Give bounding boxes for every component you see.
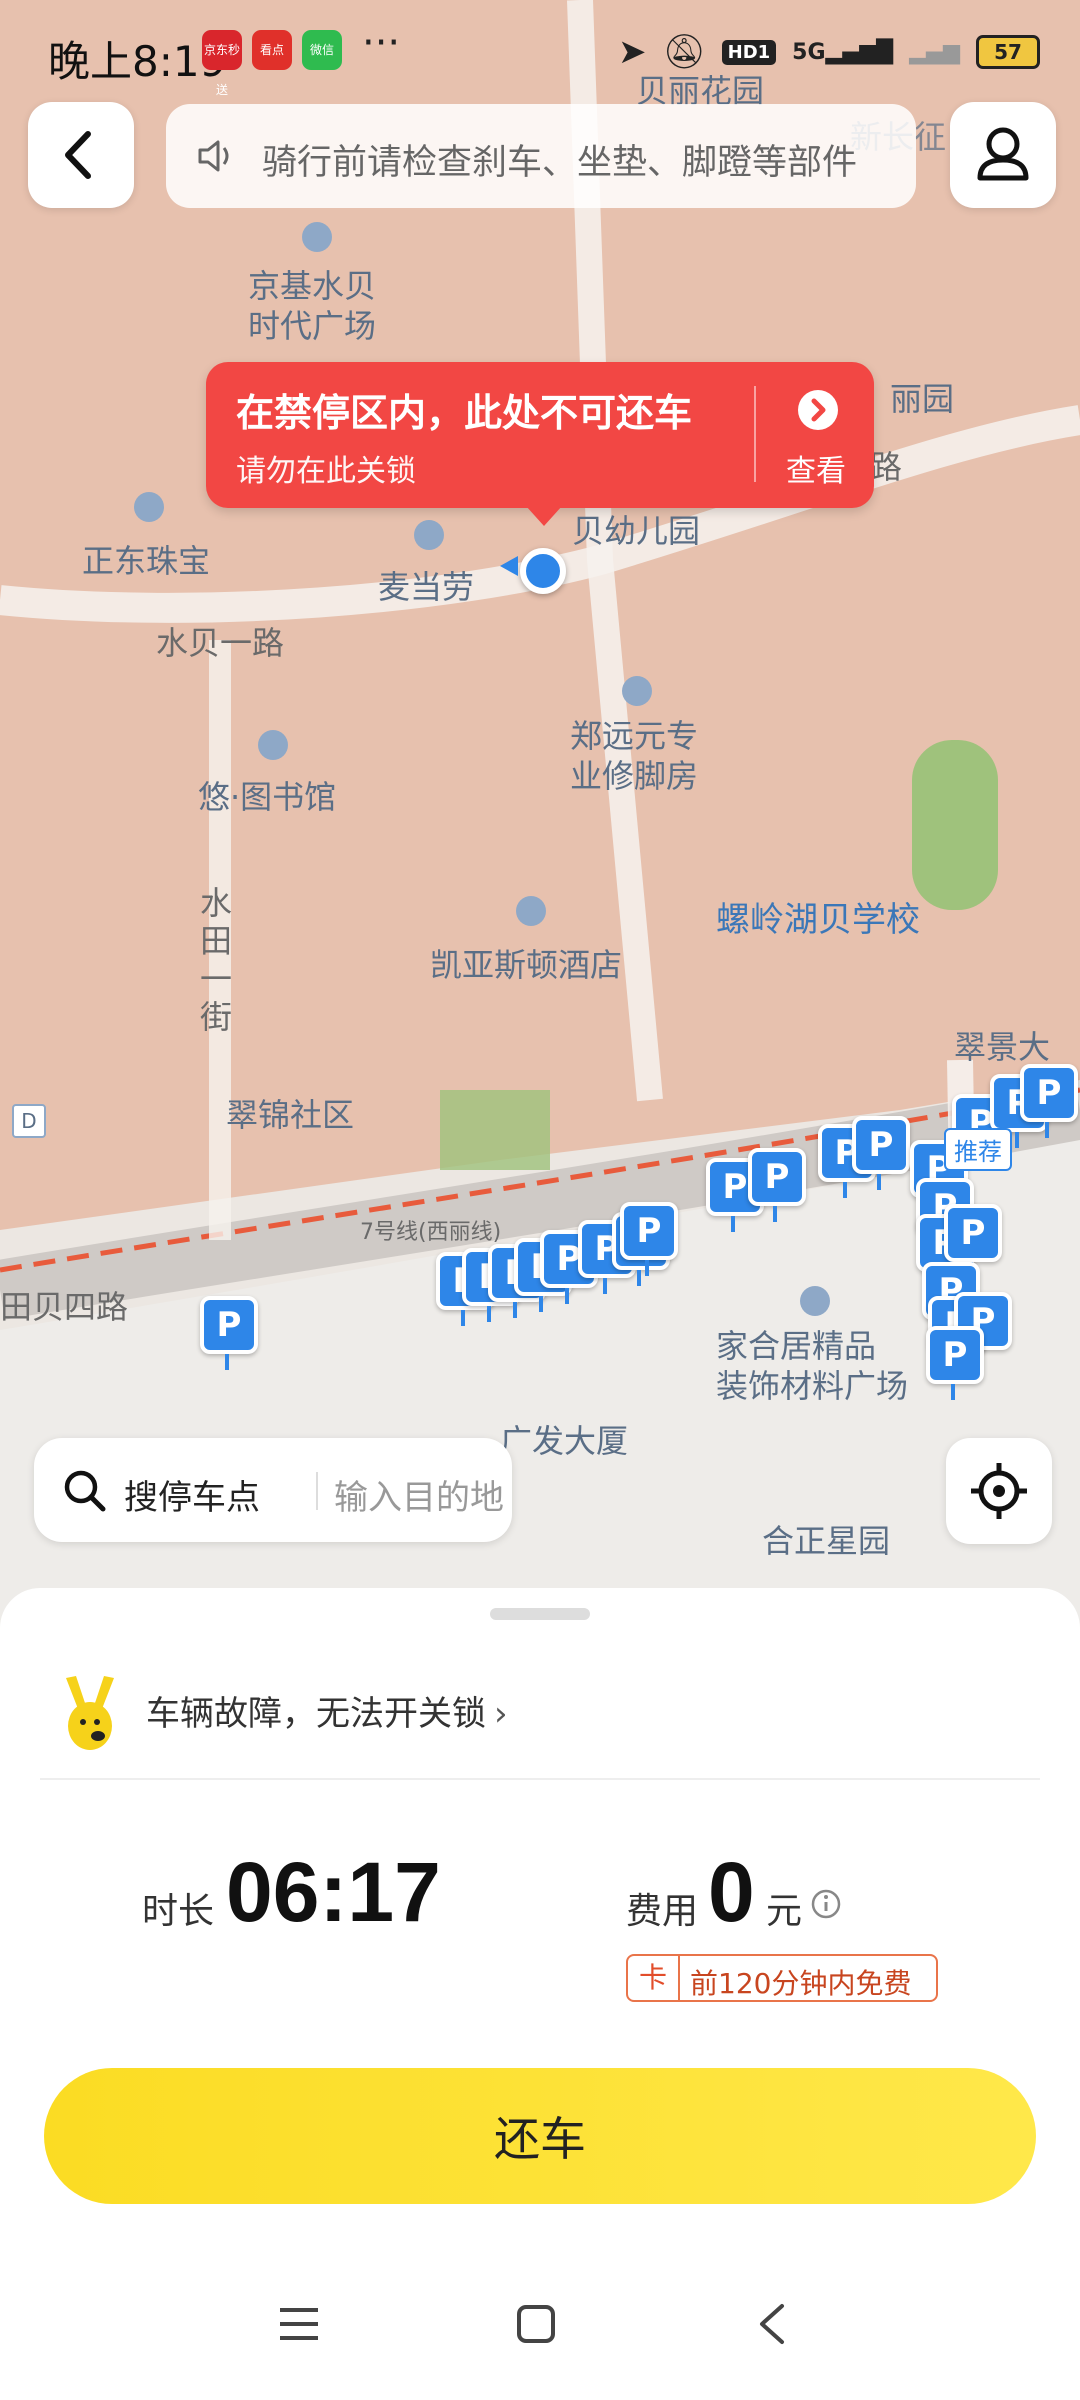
store-icon: [800, 1286, 830, 1316]
sheet-drag-handle[interactable]: [490, 1608, 590, 1620]
recommend-tag: 推荐: [944, 1128, 1012, 1171]
parking-pin[interactable]: P: [926, 1326, 984, 1400]
parking-pin[interactable]: P: [620, 1202, 678, 1276]
safety-notice-banner: 骑行前请检查刹车、坐垫、脚蹬等部件: [166, 104, 916, 208]
jewelry-icon: [134, 492, 164, 522]
system-nav-bar: [0, 2260, 1080, 2400]
fee-unit: 元: [766, 1891, 803, 1932]
map-view[interactable]: 贝丽花园 新长征 京基水贝 时代广场 丽园 正东珠宝 麦当劳 贝幼儿园 水贝一路…: [0, 0, 1080, 1640]
signal-icon: 5G▂▄▆█: [792, 39, 894, 65]
label-metro-line: 7号线(西丽线): [360, 1220, 502, 1245]
label-jingji-mall: 京基水贝 时代广场: [248, 267, 377, 345]
label-lili-garden: 丽园: [890, 380, 955, 418]
label-zhengdong: 正东珠宝: [82, 542, 211, 580]
label-shuibei-road: 水贝一路: [156, 624, 285, 662]
parking-pin[interactable]: P: [1020, 1064, 1078, 1138]
home-icon[interactable]: [514, 2302, 558, 2346]
back-nav-icon[interactable]: [752, 2300, 792, 2348]
user-location-icon: [520, 548, 566, 594]
profile-button[interactable]: [950, 102, 1056, 208]
hotel-icon: [516, 896, 546, 926]
chevron-right-icon: ›: [494, 1694, 508, 1734]
crosshair-icon: [971, 1463, 1027, 1519]
fault-report-link[interactable]: 车辆故障，无法开关锁 ›: [146, 1686, 508, 1735]
status-time: 晚上8:19: [48, 37, 227, 86]
label-tianbei-road: 田贝四路: [0, 1288, 129, 1326]
search-icon: [64, 1470, 106, 1512]
location-icon: ➤: [617, 32, 647, 72]
label-shuitian-street: 水 田 一 街: [200, 884, 233, 1036]
library-icon: [258, 730, 288, 760]
app-icon-wechat: 微信: [302, 30, 342, 70]
ride-card-badge: 卡 前120分钟内免费: [626, 1954, 938, 2002]
service-icon: [622, 676, 652, 706]
return-bike-button[interactable]: 还车: [44, 2068, 1036, 2204]
parking-pin[interactable]: P: [748, 1148, 806, 1222]
fault-report-text: 车辆故障，无法开关锁: [146, 1694, 486, 1734]
alert-subtitle: 请勿在此关锁: [236, 454, 416, 489]
label-mcdonalds: 麦当劳: [378, 568, 475, 606]
map-canvas: [0, 0, 1080, 1640]
sheet-divider: [40, 1778, 1040, 1780]
alert-divider: [754, 386, 756, 482]
label-hotel: 凯亚斯顿酒店: [430, 946, 623, 984]
label-hezheng: 合正星园: [762, 1522, 891, 1560]
card-tag: 卡: [628, 1956, 680, 2000]
card-benefit-text: 前120分钟内免费: [690, 1967, 912, 2000]
direction-arrow-icon: [500, 556, 518, 576]
shop-icon: [302, 222, 332, 252]
chevron-left-icon: [65, 131, 91, 179]
metro-station-icon: D: [12, 1104, 46, 1138]
search-parking-label[interactable]: 搜停车点: [124, 1470, 260, 1519]
fee-value: 0: [708, 1845, 755, 1939]
label-cuijin: 翠锦社区: [226, 1096, 355, 1134]
app-icon-jd: 京东秒送: [202, 30, 242, 97]
more-notifications-icon: ···: [362, 20, 401, 66]
hd-badge: HD1: [721, 39, 777, 65]
parking-pin[interactable]: P: [852, 1116, 910, 1190]
bell-mute-icon: 🔕︎: [662, 32, 706, 72]
alert-title: 在禁停区内，此处不可还车: [236, 391, 693, 435]
info-icon[interactable]: [810, 1888, 842, 1920]
user-icon: [977, 127, 1029, 181]
label-library: 悠·图书馆: [198, 778, 337, 816]
speaker-icon: [198, 140, 229, 172]
no-parking-alert[interactable]: 在禁停区内，此处不可还车 请勿在此关锁 查看: [206, 362, 874, 526]
label-kindergarten: 贝幼儿园: [572, 512, 701, 550]
alert-view-link[interactable]: 查看: [786, 446, 846, 490]
parking-pin[interactable]: P: [200, 1296, 258, 1370]
duration-value: 06:17: [226, 1845, 441, 1939]
label-guangfa: 广发大厦: [500, 1422, 629, 1460]
label-jiahe: 家合居精品 装饰材料广场: [716, 1327, 909, 1405]
locate-button[interactable]: [946, 1438, 1052, 1544]
chevron-right-circle-icon: [798, 390, 838, 430]
label-zhengyuan: 郑远元专 业修脚房: [570, 717, 699, 795]
signal2-icon: ▂▄▆: [909, 39, 960, 65]
label-school: 螺岭湖贝学校: [716, 900, 920, 940]
status-indicators: ➤ 🔕︎ HD1 5G▂▄▆█ ▂▄▆ 57: [618, 30, 1040, 74]
label-cuijing: 翠景大: [954, 1028, 1051, 1066]
status-bar: 晚上8:19 京东秒送 看点 微信 ··· ➤ 🔕︎ HD1 5G▂▄▆█ ▂▄…: [0, 0, 1080, 100]
duration-label: 时长: [142, 1891, 215, 1932]
fee-label: 费用: [626, 1891, 699, 1932]
parking-pin[interactable]: P: [944, 1204, 1002, 1278]
battery-icon: 57: [976, 35, 1040, 69]
app-icon-kandian: 看点: [252, 30, 292, 70]
menu-icon[interactable]: [276, 2304, 322, 2344]
network-type: 5G: [792, 39, 826, 65]
restaurant-icon: [414, 520, 444, 550]
back-button[interactable]: [28, 102, 134, 208]
safety-notice-text: 骑行前请检查刹车、坐垫、脚蹬等部件: [262, 143, 858, 183]
parking-search-bar[interactable]: 搜停车点 输入目的地: [34, 1438, 512, 1542]
destination-input[interactable]: 输入目的地: [334, 1470, 504, 1519]
mascot-icon: [66, 1676, 114, 1750]
search-divider: [316, 1472, 318, 1510]
